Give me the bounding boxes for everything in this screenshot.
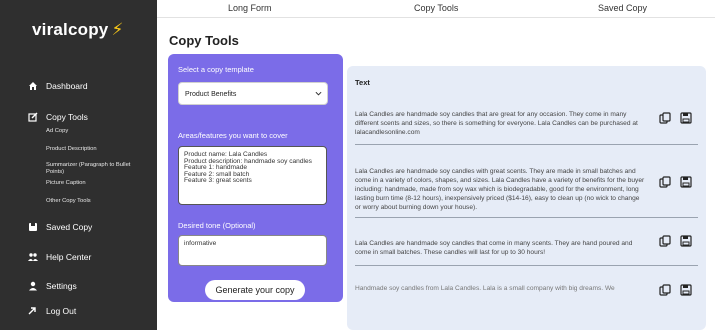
sidebar-subitem-picture-caption[interactable]: Picture Caption [46,180,86,187]
edit-icon [28,112,38,122]
result-item: Handmade soy candles from Lala Candles. … [355,278,698,330]
sidebar: viralcopy ⚡ Dashboard Copy Tools Ad Copy … [0,0,157,330]
sidebar-item-copy-tools[interactable]: Copy Tools [28,112,88,122]
result-text: Lala Candles are handmade soy candles th… [355,240,633,256]
sidebar-item-help-center[interactable]: Help Center [28,252,91,262]
sidebar-item-log-out[interactable]: Log Out [28,306,76,316]
result-item: Lala Candles are handmade soy candles wi… [355,154,698,218]
sidebar-subitem-summarizer[interactable]: Summarizer (Paragraph to Bullet Points) [46,162,136,176]
tone-input[interactable]: informative [178,235,327,266]
result-text: Lala Candles are handmade soy candles th… [355,111,638,136]
copy-form-panel: Select a copy template Product Benefits … [168,54,343,302]
sidebar-item-settings[interactable]: Settings [28,281,77,291]
sidebar-subitem-ad-copy[interactable]: Ad Copy [46,128,68,135]
sidebar-item-label: Copy Tools [46,112,88,122]
copy-icon[interactable] [659,283,671,296]
tab-copy-tools[interactable]: Copy Tools [414,3,458,13]
result-text: Handmade soy candles from Lala Candles. … [355,285,615,292]
features-label: Areas/features you want to cover [178,131,288,140]
copy-icon[interactable] [659,111,671,124]
person-icon [28,281,38,291]
home-icon [28,81,38,91]
logout-arrow-icon [28,306,38,316]
top-navigation: Long Form Copy Tools Saved Copy [157,0,715,18]
template-select[interactable]: Product Benefits [178,82,328,105]
sidebar-item-label: Help Center [46,252,92,262]
result-item: Lala Candles are handmade soy candles th… [355,226,698,266]
save-icon [28,222,38,232]
results-panel: Text Lala Candles are handmade soy candl… [347,66,706,330]
template-label: Select a copy template [178,65,254,74]
sidebar-subitem-other-copy-tools[interactable]: Other Copy Tools [46,198,91,205]
save-disk-icon[interactable] [680,283,692,296]
chevron-down-icon [315,90,322,97]
save-disk-icon[interactable] [680,234,692,247]
logo-text: viralcopy [32,20,109,39]
result-item: Lala Candles are handmade soy candles th… [355,100,698,145]
sidebar-item-label: Dashboard [46,81,88,91]
sidebar-item-dashboard[interactable]: Dashboard [28,81,88,91]
sidebar-item-label: Saved Copy [46,222,93,232]
copy-icon[interactable] [659,234,671,247]
sidebar-subitem-product-description[interactable]: Product Description [46,146,97,153]
features-textarea[interactable]: Product name: Lala Candles Product descr… [178,146,327,205]
sidebar-item-label: Log Out [46,306,77,316]
app-logo[interactable]: viralcopy ⚡ [32,20,124,40]
sidebar-item-label: Settings [46,281,77,291]
sidebar-item-saved-copy[interactable]: Saved Copy [28,222,92,232]
generate-copy-button[interactable]: Generate your copy [205,280,305,300]
tone-label: Desired tone (Optional) [178,221,256,230]
save-disk-icon[interactable] [680,175,692,188]
tab-saved-copy[interactable]: Saved Copy [598,3,647,13]
result-text: Lala Candles are handmade soy candles wi… [355,168,645,211]
save-disk-icon[interactable] [680,111,692,124]
copy-icon[interactable] [659,175,671,188]
tab-long-form[interactable]: Long Form [228,3,272,13]
results-heading: Text [355,78,370,87]
page-title: Copy Tools [169,33,239,48]
lightning-bolt-icon: ⚡ [111,20,124,39]
users-icon [28,252,38,262]
template-select-value: Product Benefits [185,91,237,98]
